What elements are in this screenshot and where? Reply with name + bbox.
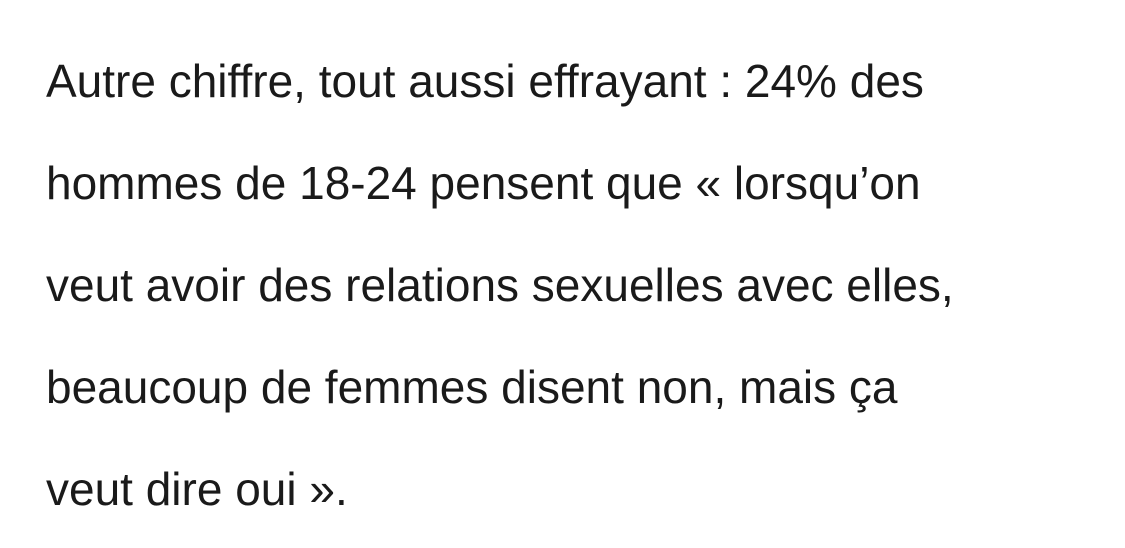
paragraph-line: veut avoir des relations sexuelles avec …	[46, 259, 954, 311]
article-paragraph: Autre chiffre, tout aussi effrayant : 24…	[46, 30, 1106, 540]
paragraph-line: hommes de 18-24 pensent que « lorsqu’on	[46, 157, 921, 209]
paragraph-line: veut dire oui ».	[46, 463, 348, 515]
paragraph-line: Autre chiffre, tout aussi effrayant : 24…	[46, 55, 924, 107]
paragraph-line: beaucoup de femmes disent non, mais ça	[46, 361, 898, 413]
